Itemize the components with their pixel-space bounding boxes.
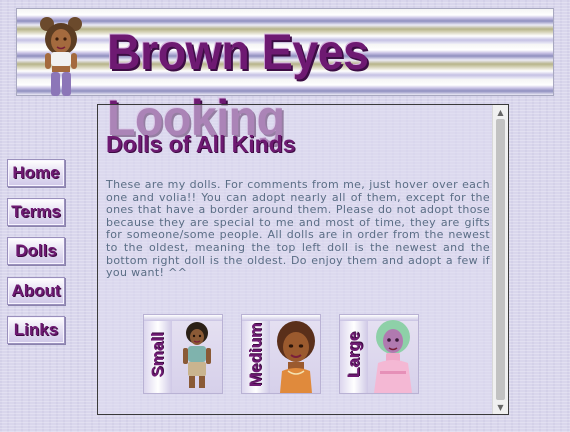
category-small-label: Small	[148, 332, 167, 378]
content-frame[interactable]: Dolls of All Kinds These are my dolls. F…	[97, 104, 509, 415]
nav-about-button[interactable]: About	[7, 277, 65, 305]
vertical-scrollbar[interactable]: ▲ ▼	[492, 105, 508, 414]
header-banner: Brown Eyes Looking	[16, 8, 554, 146]
intro-paragraph: These are my dolls. For comments from me…	[106, 178, 490, 280]
nav-dolls-button[interactable]: Dolls	[7, 237, 65, 265]
nav-terms-button[interactable]: Terms	[7, 198, 65, 226]
nav-home-button[interactable]: Home	[7, 159, 65, 187]
doll-avatar-icon	[40, 17, 82, 96]
page-heading: Dolls of All Kinds	[106, 131, 296, 157]
large-doll-icon	[374, 320, 412, 393]
small-doll-icon	[183, 322, 211, 388]
scroll-up-icon[interactable]: ▲	[493, 105, 508, 119]
scroll-down-icon[interactable]: ▼	[493, 400, 508, 414]
nav-links-button[interactable]: Links	[7, 316, 65, 344]
category-small-button[interactable]: Small	[143, 314, 223, 394]
category-medium-button[interactable]: Medium	[241, 314, 321, 394]
scroll-thumb[interactable]	[496, 119, 505, 400]
category-large-label: Large	[344, 331, 363, 379]
category-large-button[interactable]: Large	[339, 314, 419, 394]
medium-doll-icon	[277, 321, 315, 393]
category-medium-label: Medium	[246, 322, 265, 388]
